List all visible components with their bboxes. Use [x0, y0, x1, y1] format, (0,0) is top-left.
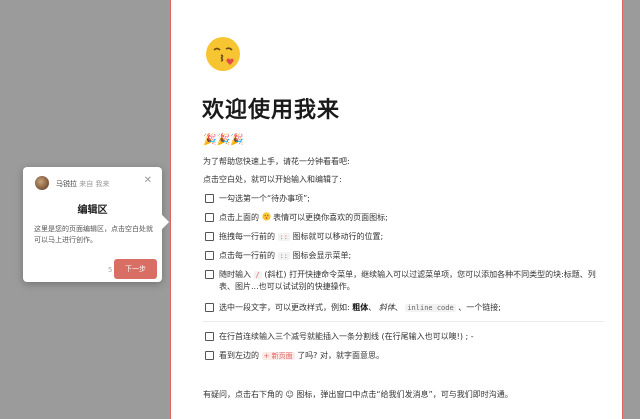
author-source: 来自 我来: [79, 180, 110, 188]
todo-text-part: (斜杠) 打开快捷命令菜单，继续输入可以过滤菜单项，您可以添加各种不同类型的块:…: [219, 270, 596, 291]
italic-sample: 斜体: [378, 303, 395, 312]
tooltip-author: 马锐拉 来自 我来: [56, 179, 109, 189]
todo-text[interactable]: 在行首连续输入三个减号就能插入一条分割线 (在行尾输入也可以噢!) ; -: [219, 331, 604, 342]
todo-text-part: 了吗? 对，就字面意思。: [297, 351, 384, 360]
click-hint-text[interactable]: 点击空白处，就可以开始输入和编辑了:: [203, 174, 342, 185]
todo-item: 点击每一行前的 :: 图标会显示菜单;: [203, 250, 604, 262]
todo-checkbox[interactable]: [205, 270, 214, 279]
todo-text[interactable]: 选中一段文字，可以更改样式，例如: 粗体、 斜体、 inline code 、一…: [219, 302, 604, 314]
todo-text-part: 随时输入: [219, 270, 251, 279]
bold-sample: 粗体: [352, 303, 369, 312]
close-icon[interactable]: ✕: [144, 175, 152, 186]
todo-text[interactable]: 一勾选第一个“待办事项”;: [219, 193, 604, 204]
todo-checkbox[interactable]: [205, 351, 214, 360]
todo-item: 拖拽每一行前的 :: 图标就可以移动行的位置;: [203, 231, 604, 243]
todo-text-part: 拖拽每一行前的: [219, 232, 275, 241]
todo-text-part: 、一个链接;: [458, 303, 501, 312]
todo-text[interactable]: 点击上面的 表情可以更换你喜欢的页面图标;: [219, 212, 604, 223]
todo-item: 一勾选第一个“待办事项”;: [203, 193, 604, 204]
menu-handle-code: ::: [277, 252, 290, 260]
todo-text-part: 点击每一行前的: [219, 251, 275, 260]
todo-checkbox[interactable]: [205, 251, 214, 260]
todo-checkbox[interactable]: [205, 232, 214, 241]
party-emoji: 🎉🎉🎉: [203, 133, 245, 146]
next-step-button[interactable]: 下一步: [114, 259, 157, 279]
new-page-tag: + 新页面: [261, 352, 295, 360]
author-name: 马锐拉: [56, 180, 77, 188]
page-title[interactable]: 欢迎使用我来: [202, 92, 340, 124]
todo-checkbox[interactable]: [205, 194, 214, 203]
drag-handle-code: ::: [277, 233, 290, 241]
editor-page[interactable]: 欢迎使用我来 🎉🎉🎉 为了帮助您快速上手，请花一分钟看看吧: 点击空白处，就可以…: [170, 0, 623, 419]
todo-item: 在行首连续输入三个减号就能插入一条分割线 (在行尾输入也可以噢!) ; -: [203, 331, 604, 342]
todo-text-part: 点击上面的: [219, 213, 259, 222]
separator: 、: [368, 303, 377, 312]
separator: 、: [394, 303, 403, 312]
todo-item: 随时输入 / (斜杠) 打开快捷命令菜单，继续输入可以过滤菜单项，您可以添加各种…: [203, 269, 604, 292]
avatar: [35, 176, 49, 190]
todo-text-part: 看到左边的: [219, 351, 259, 360]
page-icon-emoji[interactable]: [205, 36, 241, 72]
tooltip-arrow: [154, 214, 170, 230]
todo-text[interactable]: 随时输入 / (斜杠) 打开快捷命令菜单，继续输入可以过滤菜单项，您可以添加各种…: [219, 269, 604, 292]
todo-checkbox[interactable]: [205, 303, 214, 312]
todo-item: 选中一段文字，可以更改样式，例如: 粗体、 斜体、 inline code 、一…: [203, 302, 604, 314]
tooltip-title: 编辑区: [77, 205, 108, 216]
todo-text-part: 表情可以更换你喜欢的页面图标;: [273, 213, 388, 222]
todo-text-part: 图标就可以移动行的位置;: [292, 232, 384, 241]
divider-line: [203, 321, 604, 322]
intro-text[interactable]: 为了帮助您快速上手，请花一分钟看看吧:: [203, 156, 350, 167]
inline-code-sample: inline code: [405, 304, 456, 312]
todo-checkbox[interactable]: [205, 332, 214, 341]
kissing-face-icon: [261, 212, 271, 221]
tooltip-body: 这里是您的页面编辑区，点击空白处就可以马上进行创作。: [34, 225, 153, 244]
todo-checkbox[interactable]: [205, 213, 214, 222]
todo-text-part: 选中一段文字，可以更改样式，例如:: [219, 303, 350, 312]
onboarding-tooltip: 马锐拉 来自 我来 ✕ 编辑区 这里是您的页面编辑区，点击空白处就可以马上进行创…: [23, 167, 170, 282]
todo-text[interactable]: 拖拽每一行前的 :: 图标就可以移动行的位置;: [219, 231, 604, 243]
todo-text-part: 图标会显示菜单;: [292, 251, 352, 260]
todo-text[interactable]: 看到左边的 + 新页面 了吗? 对，就字面意思。: [219, 350, 604, 362]
todo-text[interactable]: 点击每一行前的 :: 图标会显示菜单;: [219, 250, 604, 262]
todo-item: 看到左边的 + 新页面 了吗? 对，就字面意思。: [203, 350, 604, 362]
todo-item: 点击上面的 表情可以更换你喜欢的页面图标;: [203, 212, 604, 223]
slash-code: /: [253, 271, 262, 279]
footer-help-text[interactable]: 有疑问，点击右下角的 ☺ 图标，弹出窗口中点击“给我们发消息”，可与我们即时沟通…: [203, 389, 513, 400]
